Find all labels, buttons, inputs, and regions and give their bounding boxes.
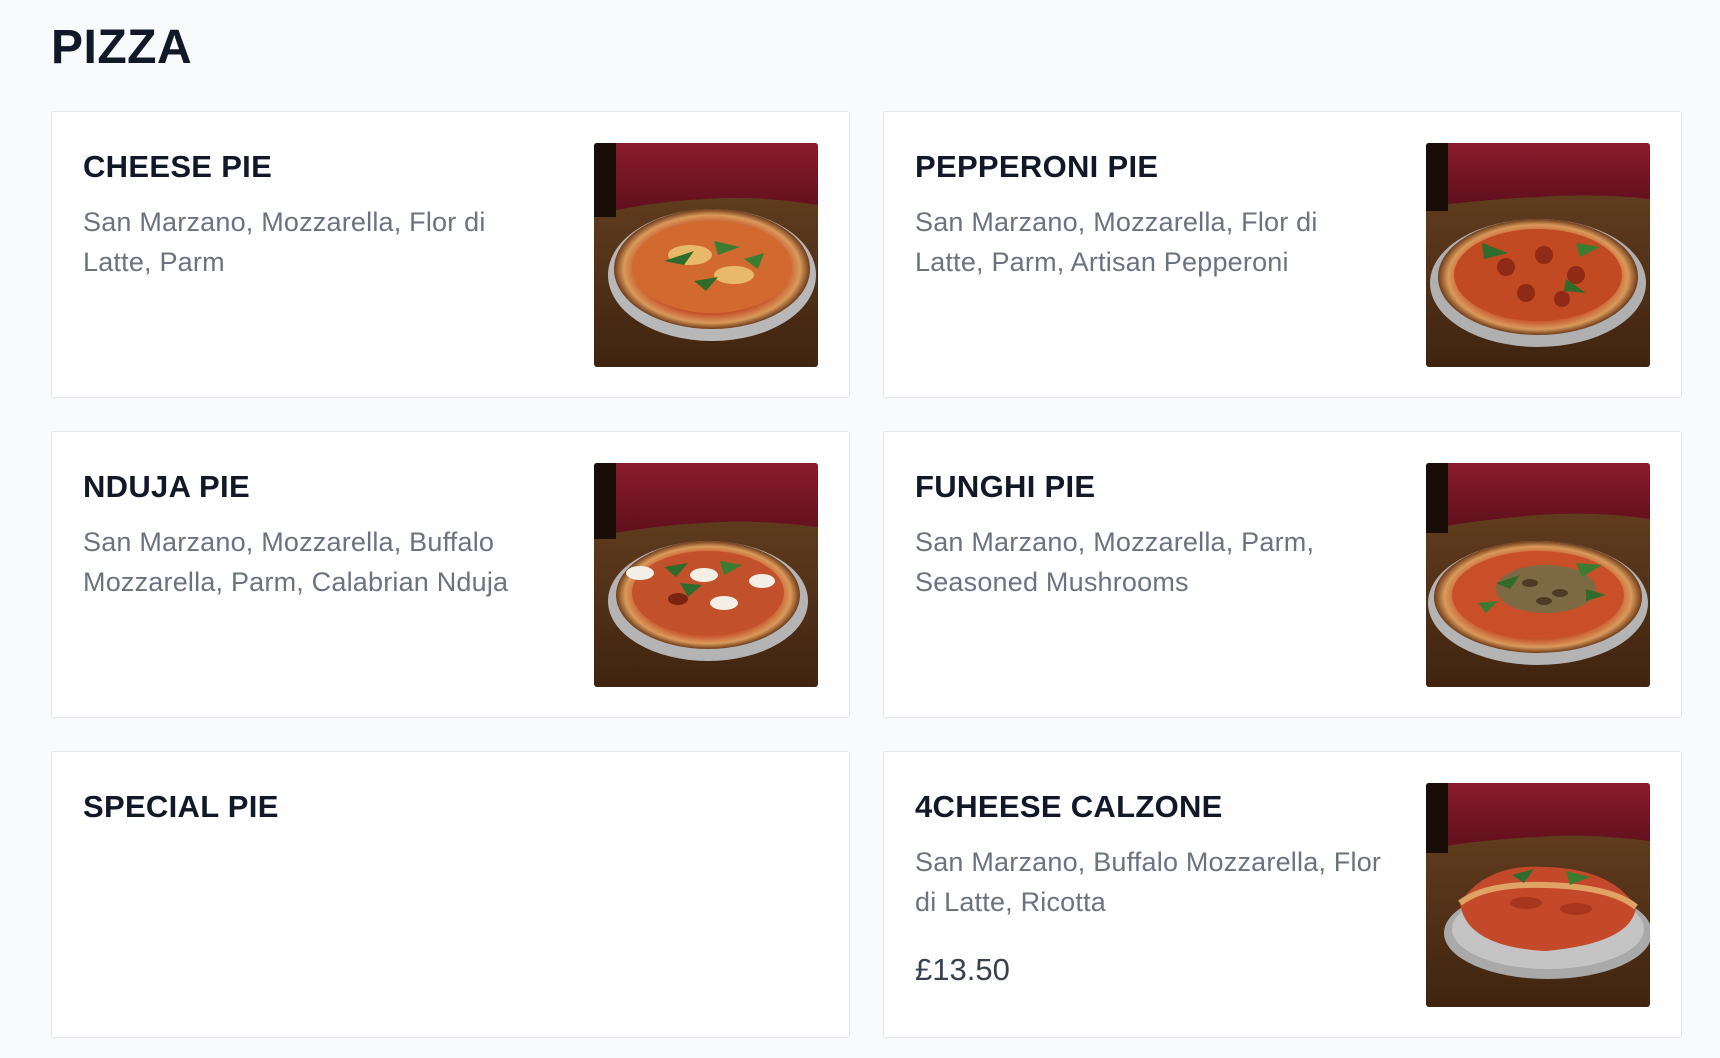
calzone-photo[interactable] — [1426, 783, 1650, 1007]
menu-item-name: CHEESE PIE — [83, 149, 273, 184]
menu-item-card[interactable]: CHEESE PIE San Marzano, Mozzarella, Flor… — [51, 111, 850, 398]
pepperoni-pie-photo[interactable] — [1426, 143, 1650, 367]
menu-item-name: PEPPERONI PIE — [915, 149, 1159, 184]
menu-item-price: £13.50 — [915, 952, 1010, 987]
menu-item-name: FUNGHI PIE — [915, 469, 1096, 504]
menu-item-card[interactable]: FUNGHI PIE San Marzano, Mozzarella, Parm… — [883, 431, 1682, 718]
menu-item-text: FUNGHI PIE San Marzano, Mozzarella, Parm… — [915, 469, 1385, 602]
section-title: PIZZA — [51, 21, 193, 74]
nduja-pie-photo[interactable] — [594, 463, 818, 687]
menu-item-name: 4CHEESE CALZONE — [915, 789, 1223, 824]
menu-item-text: PEPPERONI PIE San Marzano, Mozzarella, F… — [915, 149, 1385, 282]
menu-item-text: CHEESE PIE San Marzano, Mozzarella, Flor… — [83, 149, 553, 282]
menu-page: PIZZA CHEESE PIE San Marzano, Mozzarella… — [0, 0, 1720, 1058]
menu-item-card[interactable]: SPECIAL PIE — [51, 751, 850, 1038]
menu-item-text: SPECIAL PIE — [83, 789, 553, 825]
menu-item-card[interactable]: 4CHEESE CALZONE San Marzano, Buffalo Moz… — [883, 751, 1682, 1038]
funghi-pie-photo[interactable] — [1426, 463, 1650, 687]
menu-grid: CHEESE PIE San Marzano, Mozzarella, Flor… — [51, 111, 1682, 1038]
menu-item-name: SPECIAL PIE — [83, 789, 279, 824]
menu-item-name: NDUJA PIE — [83, 469, 250, 504]
menu-item-description: San Marzano, Buffalo Mozzarella, Flor di… — [915, 847, 1382, 917]
menu-item-description: San Marzano, Mozzarella, Buffalo Mozzare… — [83, 527, 509, 597]
menu-item-description: San Marzano, Mozzarella, Parm, Seasoned … — [915, 527, 1315, 597]
menu-item-card[interactable]: PEPPERONI PIE San Marzano, Mozzarella, F… — [883, 111, 1682, 398]
menu-item-text: NDUJA PIE San Marzano, Mozzarella, Buffa… — [83, 469, 553, 602]
cheese-pie-photo[interactable] — [594, 143, 818, 367]
menu-item-description: San Marzano, Mozzarella, Flor di Latte, … — [915, 207, 1318, 277]
menu-item-text: 4CHEESE CALZONE San Marzano, Buffalo Moz… — [915, 789, 1385, 988]
menu-item-description: San Marzano, Mozzarella, Flor di Latte, … — [83, 207, 486, 277]
menu-item-card[interactable]: NDUJA PIE San Marzano, Mozzarella, Buffa… — [51, 431, 850, 718]
